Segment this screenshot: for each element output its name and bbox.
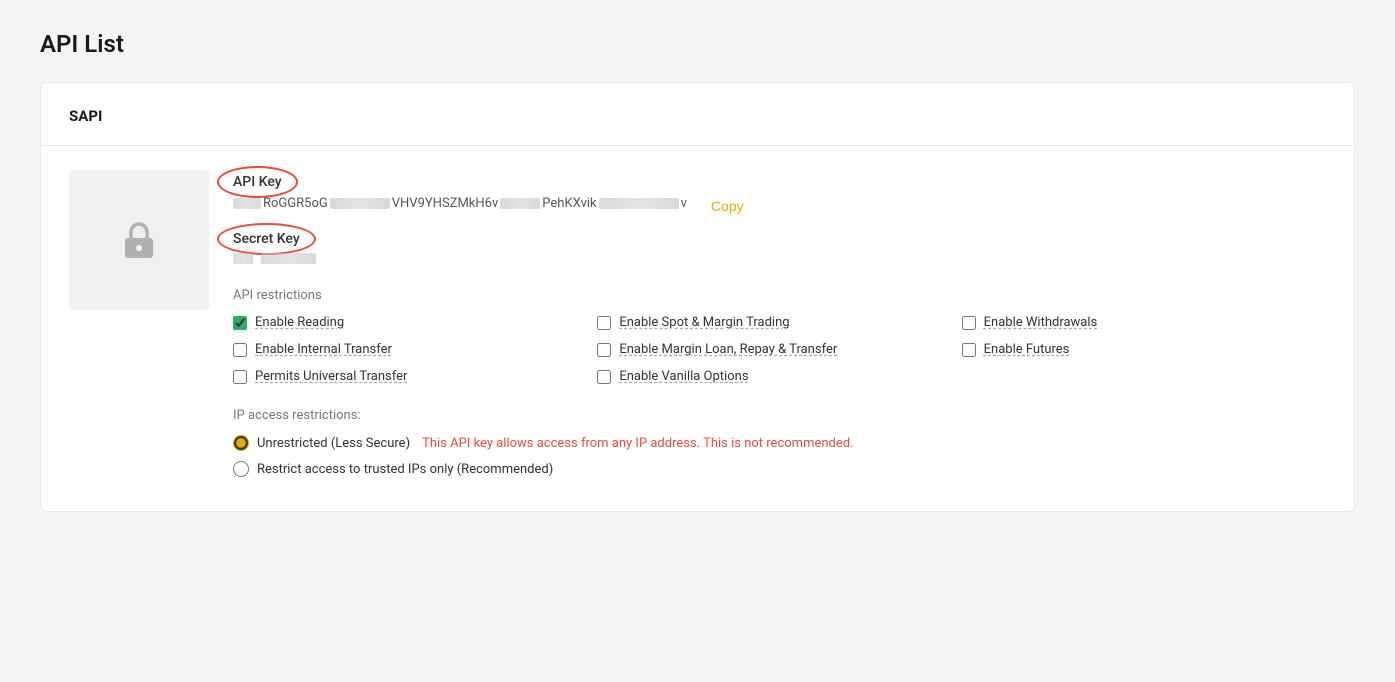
ip-restrictions-section: IP access restrictions: Unrestricted (Le… — [233, 408, 1326, 477]
key-partial-3: PehKXvik — [542, 196, 596, 211]
radio-label-restricted[interactable]: Restrict access to trusted IPs only (Rec… — [257, 462, 553, 477]
radio-label-unrestricted[interactable]: Unrestricted (Less Secure) — [257, 436, 410, 451]
page-title: API List — [40, 30, 1355, 58]
checkbox-enable-internal-transfer: Enable Internal Transfer — [233, 342, 597, 357]
checkboxes-grid: Enable Reading Enable Spot & Margin Trad… — [233, 315, 1326, 384]
api-details: API Key RoGGR5oG VHV9YHSZMkH6v — [233, 170, 1326, 487]
checkbox-input-enable-margin-loan[interactable] — [597, 343, 611, 357]
checkbox-input-permits-universal-transfer[interactable] — [233, 370, 247, 384]
checkbox-input-enable-internal-transfer[interactable] — [233, 343, 247, 357]
copy-button[interactable]: Copy — [711, 198, 744, 214]
checkbox-input-enable-futures[interactable] — [962, 343, 976, 357]
checkbox-input-enable-withdrawals[interactable] — [962, 316, 976, 330]
key-blur-4 — [599, 196, 679, 211]
radio-restricted: Restrict access to trusted IPs only (Rec… — [233, 461, 1326, 477]
lock-icon — [115, 216, 163, 264]
checkbox-input-enable-vanilla-options[interactable] — [597, 370, 611, 384]
divider — [41, 145, 1354, 146]
checkbox-enable-futures: Enable Futures — [962, 342, 1326, 357]
radio-unrestricted: Unrestricted (Less Secure) This API key … — [233, 435, 1326, 451]
empty-cell — [962, 369, 1326, 384]
api-key-display: RoGGR5oG VHV9YHSZMkH6v PehKXvik — [233, 196, 687, 211]
checkbox-enable-reading: Enable Reading — [233, 315, 597, 330]
key-partial-end: v — [681, 196, 687, 211]
api-restrictions-section: API restrictions Enable Reading Enable S… — [233, 288, 1326, 384]
secret-key-masked — [233, 253, 1326, 264]
checkbox-input-enable-reading[interactable] — [233, 316, 247, 330]
api-key-row: API Key RoGGR5oG VHV9YHSZMkH6v — [233, 174, 1326, 215]
secret-key-label: Secret Key — [233, 231, 300, 247]
secret-key-row: Secret Key — [233, 231, 1326, 264]
api-card: SAPI API Key — [40, 82, 1355, 512]
checkbox-enable-spot-margin: Enable Spot & Margin Trading — [597, 315, 961, 330]
api-entry: API Key RoGGR5oG VHV9YHSZMkH6v — [69, 170, 1326, 487]
secret-key-label-wrapper: Secret Key — [233, 231, 300, 247]
key-blur-2 — [330, 196, 390, 211]
key-blur-1 — [233, 196, 261, 211]
checkbox-enable-withdrawals: Enable Withdrawals — [962, 315, 1326, 330]
checkbox-label-permits-universal-transfer[interactable]: Permits Universal Transfer — [255, 369, 407, 384]
checkbox-enable-vanilla-options: Enable Vanilla Options — [597, 369, 961, 384]
api-key-label-wrapper: API Key — [233, 174, 282, 190]
checkbox-permits-universal-transfer: Permits Universal Transfer — [233, 369, 597, 384]
checkbox-label-enable-spot-margin[interactable]: Enable Spot & Margin Trading — [619, 315, 789, 330]
checkbox-label-enable-vanilla-options[interactable]: Enable Vanilla Options — [619, 369, 748, 384]
key-partial-1: RoGGR5oG — [263, 196, 328, 211]
checkbox-label-enable-withdrawals[interactable]: Enable Withdrawals — [984, 315, 1098, 330]
radio-input-restricted[interactable] — [233, 461, 249, 477]
lock-thumbnail — [69, 170, 209, 310]
key-partial-2: VHV9YHSZMkH6v — [392, 196, 499, 211]
unrestricted-warning: This API key allows access from any IP a… — [422, 436, 853, 451]
section-label: SAPI — [69, 107, 1326, 125]
checkbox-input-enable-spot-margin[interactable] — [597, 316, 611, 330]
checkbox-label-enable-margin-loan[interactable]: Enable Margin Loan, Repay & Transfer — [619, 342, 837, 357]
checkbox-label-enable-reading[interactable]: Enable Reading — [255, 315, 344, 330]
api-key-value-row: RoGGR5oG VHV9YHSZMkH6v PehKXvik — [233, 196, 1326, 215]
checkbox-enable-margin-loan: Enable Margin Loan, Repay & Transfer — [597, 342, 961, 357]
checkbox-label-enable-futures[interactable]: Enable Futures — [984, 342, 1070, 357]
radio-input-unrestricted[interactable] — [233, 435, 249, 451]
ip-restrictions-title: IP access restrictions: — [233, 408, 1326, 423]
key-blur-3 — [500, 196, 540, 211]
checkbox-label-enable-internal-transfer[interactable]: Enable Internal Transfer — [255, 342, 392, 357]
api-key-label: API Key — [233, 174, 282, 190]
restrictions-title: API restrictions — [233, 288, 1326, 303]
